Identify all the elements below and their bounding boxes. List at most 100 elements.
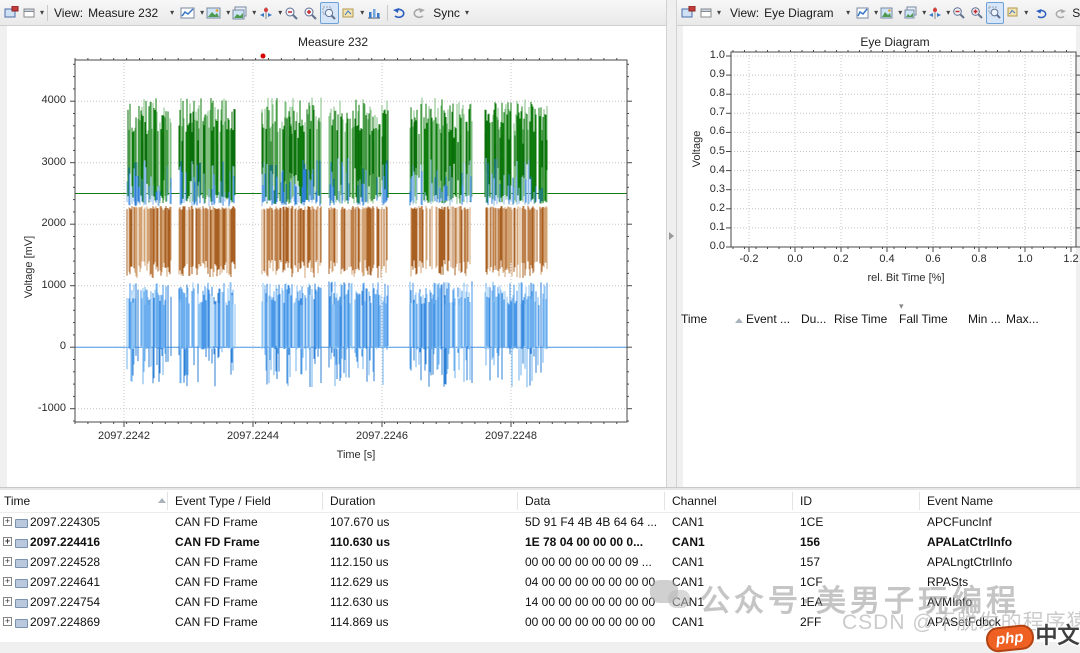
measure-ytick-label: 4000 bbox=[24, 94, 66, 106]
row-expander-icon[interactable]: + bbox=[3, 577, 12, 586]
eye-ytick-label: 0.0 bbox=[699, 240, 725, 252]
result-header-cell[interactable]: Max... bbox=[1006, 312, 1039, 326]
eye-plot-area[interactable] bbox=[731, 52, 1076, 247]
trace-table-row[interactable]: +2097.224416CAN FD Frame110.630 us1E 78 … bbox=[0, 532, 1080, 552]
table-collapse-handle[interactable]: ▾ bbox=[899, 301, 904, 312]
zoom-out-button[interactable] bbox=[950, 2, 968, 24]
eye-ytick-label: 0.1 bbox=[699, 221, 725, 233]
copy-view-button[interactable] bbox=[230, 2, 250, 24]
cell-channel: CAN1 bbox=[672, 535, 792, 549]
new-diagram-button[interactable] bbox=[854, 2, 872, 24]
eye-xtick-label: 0.4 bbox=[869, 253, 905, 265]
cell-channel: CAN1 bbox=[672, 615, 792, 629]
toolbar-separator bbox=[387, 5, 388, 21]
trace-table-header-cell[interactable]: Data bbox=[525, 494, 550, 508]
trace-table-row[interactable]: +2097.224528CAN FD Frame112.150 us00 00 … bbox=[0, 552, 1080, 572]
view-selector[interactable]: Eye Diagram ▾ bbox=[762, 5, 852, 21]
result-header-cell[interactable]: Fall Time bbox=[899, 312, 948, 326]
vertical-splitter[interactable] bbox=[666, 0, 677, 487]
zoom-in-button[interactable] bbox=[968, 2, 986, 24]
new-diagram-button[interactable] bbox=[178, 2, 198, 24]
result-header-cell[interactable]: Du... bbox=[801, 312, 826, 326]
window-dropdown-arrow[interactable]: ▾ bbox=[40, 8, 44, 17]
row-expander-icon[interactable]: + bbox=[3, 537, 12, 546]
zoom-in-button[interactable] bbox=[301, 2, 320, 24]
copy-view-button[interactable] bbox=[902, 2, 920, 24]
trace-table-header-cell[interactable]: Time bbox=[4, 494, 30, 508]
toolbar-separator bbox=[47, 5, 48, 21]
trace-table: Time Event Type / Field Duration Data Channe… bbox=[0, 490, 1080, 642]
pan-mode-button[interactable] bbox=[1004, 2, 1022, 24]
trace-table-header-cell[interactable]: Channel bbox=[672, 494, 717, 508]
splitter-collapse-arrow-icon[interactable] bbox=[669, 232, 674, 240]
marker-button[interactable] bbox=[256, 2, 276, 24]
measure-xtick-label: 2097.2244 bbox=[220, 430, 286, 442]
can-frame-icon bbox=[15, 579, 28, 588]
cell-duration: 107.670 us bbox=[330, 515, 518, 529]
zoom-out-button[interactable] bbox=[282, 2, 301, 24]
trace-table-row[interactable]: +2097.224754CAN FD Frame112.630 us14 00 … bbox=[0, 592, 1080, 612]
right-panel-toolbar: ▾ View: Eye Diagram ▾ ▾ ▾ ▾ ▾ ▾ Sync ▾ bbox=[677, 0, 1080, 26]
can-frame-icon bbox=[15, 539, 28, 548]
trace-table-header-cell[interactable]: Duration bbox=[330, 494, 375, 508]
row-expander-icon[interactable]: + bbox=[3, 517, 12, 526]
result-header-cell[interactable]: Rise Time bbox=[834, 312, 887, 326]
pan-mode-arrow[interactable]: ▾ bbox=[1024, 8, 1028, 17]
cell-name: APALatCtrlInfo bbox=[927, 535, 1077, 549]
float-window-icon[interactable] bbox=[698, 2, 715, 24]
dock-window-icon[interactable] bbox=[679, 2, 698, 24]
horizontal-splitter[interactable] bbox=[0, 487, 1080, 490]
cell-id: 1CF bbox=[800, 575, 920, 589]
trace-table-row[interactable]: +2097.224305CAN FD Frame107.670 us5D 91 … bbox=[0, 512, 1080, 532]
cell-time: 2097.224305 bbox=[30, 515, 158, 529]
statistics-button[interactable] bbox=[364, 2, 384, 24]
export-image-button[interactable] bbox=[204, 2, 224, 24]
redo-button[interactable] bbox=[409, 2, 427, 24]
view-selector[interactable]: Measure 232 ▾ bbox=[86, 5, 176, 21]
sync-arrow[interactable]: ▾ bbox=[465, 8, 469, 17]
cell-name: AVMInfo bbox=[927, 595, 1077, 609]
undo-button[interactable] bbox=[1034, 2, 1051, 24]
eye-ytick-label: 1.0 bbox=[699, 49, 725, 61]
cell-time: 2097.224869 bbox=[30, 615, 158, 629]
zoom-region-button[interactable] bbox=[320, 2, 339, 24]
measure-ytick-label: 0 bbox=[24, 340, 66, 352]
window-dropdown-arrow[interactable]: ▾ bbox=[717, 8, 721, 17]
trace-table-row[interactable]: +2097.224641CAN FD Frame112.629 us04 00 … bbox=[0, 572, 1080, 592]
row-expander-icon[interactable]: + bbox=[3, 617, 12, 626]
row-expander-icon[interactable]: + bbox=[3, 557, 12, 566]
sort-ascending-icon bbox=[158, 498, 166, 503]
marker-button[interactable] bbox=[926, 2, 944, 24]
trace-table-row[interactable]: +2097.224869CAN FD Frame114.869 us00 00 … bbox=[0, 612, 1080, 632]
cell-name: RPASts bbox=[927, 575, 1077, 589]
column-separator[interactable] bbox=[167, 492, 168, 510]
eye-ytick-label: 0.6 bbox=[699, 125, 725, 137]
measure-plot-area[interactable] bbox=[75, 60, 627, 422]
column-separator[interactable] bbox=[792, 492, 793, 510]
result-header-cell[interactable]: Time bbox=[681, 312, 707, 326]
float-window-icon[interactable] bbox=[21, 2, 38, 24]
undo-button[interactable] bbox=[391, 2, 409, 24]
redo-button[interactable] bbox=[1051, 2, 1068, 24]
row-expander-icon[interactable]: + bbox=[3, 597, 12, 606]
result-header-cell[interactable]: Event ... bbox=[746, 312, 790, 326]
cell-duration: 110.630 us bbox=[330, 535, 518, 549]
cell-time: 2097.224528 bbox=[30, 555, 158, 569]
column-separator[interactable] bbox=[919, 492, 920, 510]
sync-button[interactable]: Sync bbox=[1072, 6, 1080, 20]
result-header-cell[interactable]: Min ... bbox=[968, 312, 1001, 326]
cell-duration: 112.630 us bbox=[330, 595, 518, 609]
column-separator[interactable] bbox=[517, 492, 518, 510]
view-selector-arrow: ▾ bbox=[170, 8, 174, 17]
column-separator[interactable] bbox=[664, 492, 665, 510]
column-separator[interactable] bbox=[322, 492, 323, 510]
sync-button[interactable]: Sync bbox=[433, 6, 460, 20]
trace-table-header-cell[interactable]: ID bbox=[800, 494, 812, 508]
dock-window-icon[interactable] bbox=[2, 2, 21, 24]
pan-mode-button[interactable] bbox=[339, 2, 358, 24]
trace-table-header-cell[interactable]: Event Type / Field bbox=[175, 494, 271, 508]
eye-ytick-label: 0.8 bbox=[699, 87, 725, 99]
trace-table-header-cell[interactable]: Event Name bbox=[927, 494, 993, 508]
export-image-button[interactable] bbox=[878, 2, 896, 24]
zoom-region-button[interactable] bbox=[986, 2, 1004, 24]
